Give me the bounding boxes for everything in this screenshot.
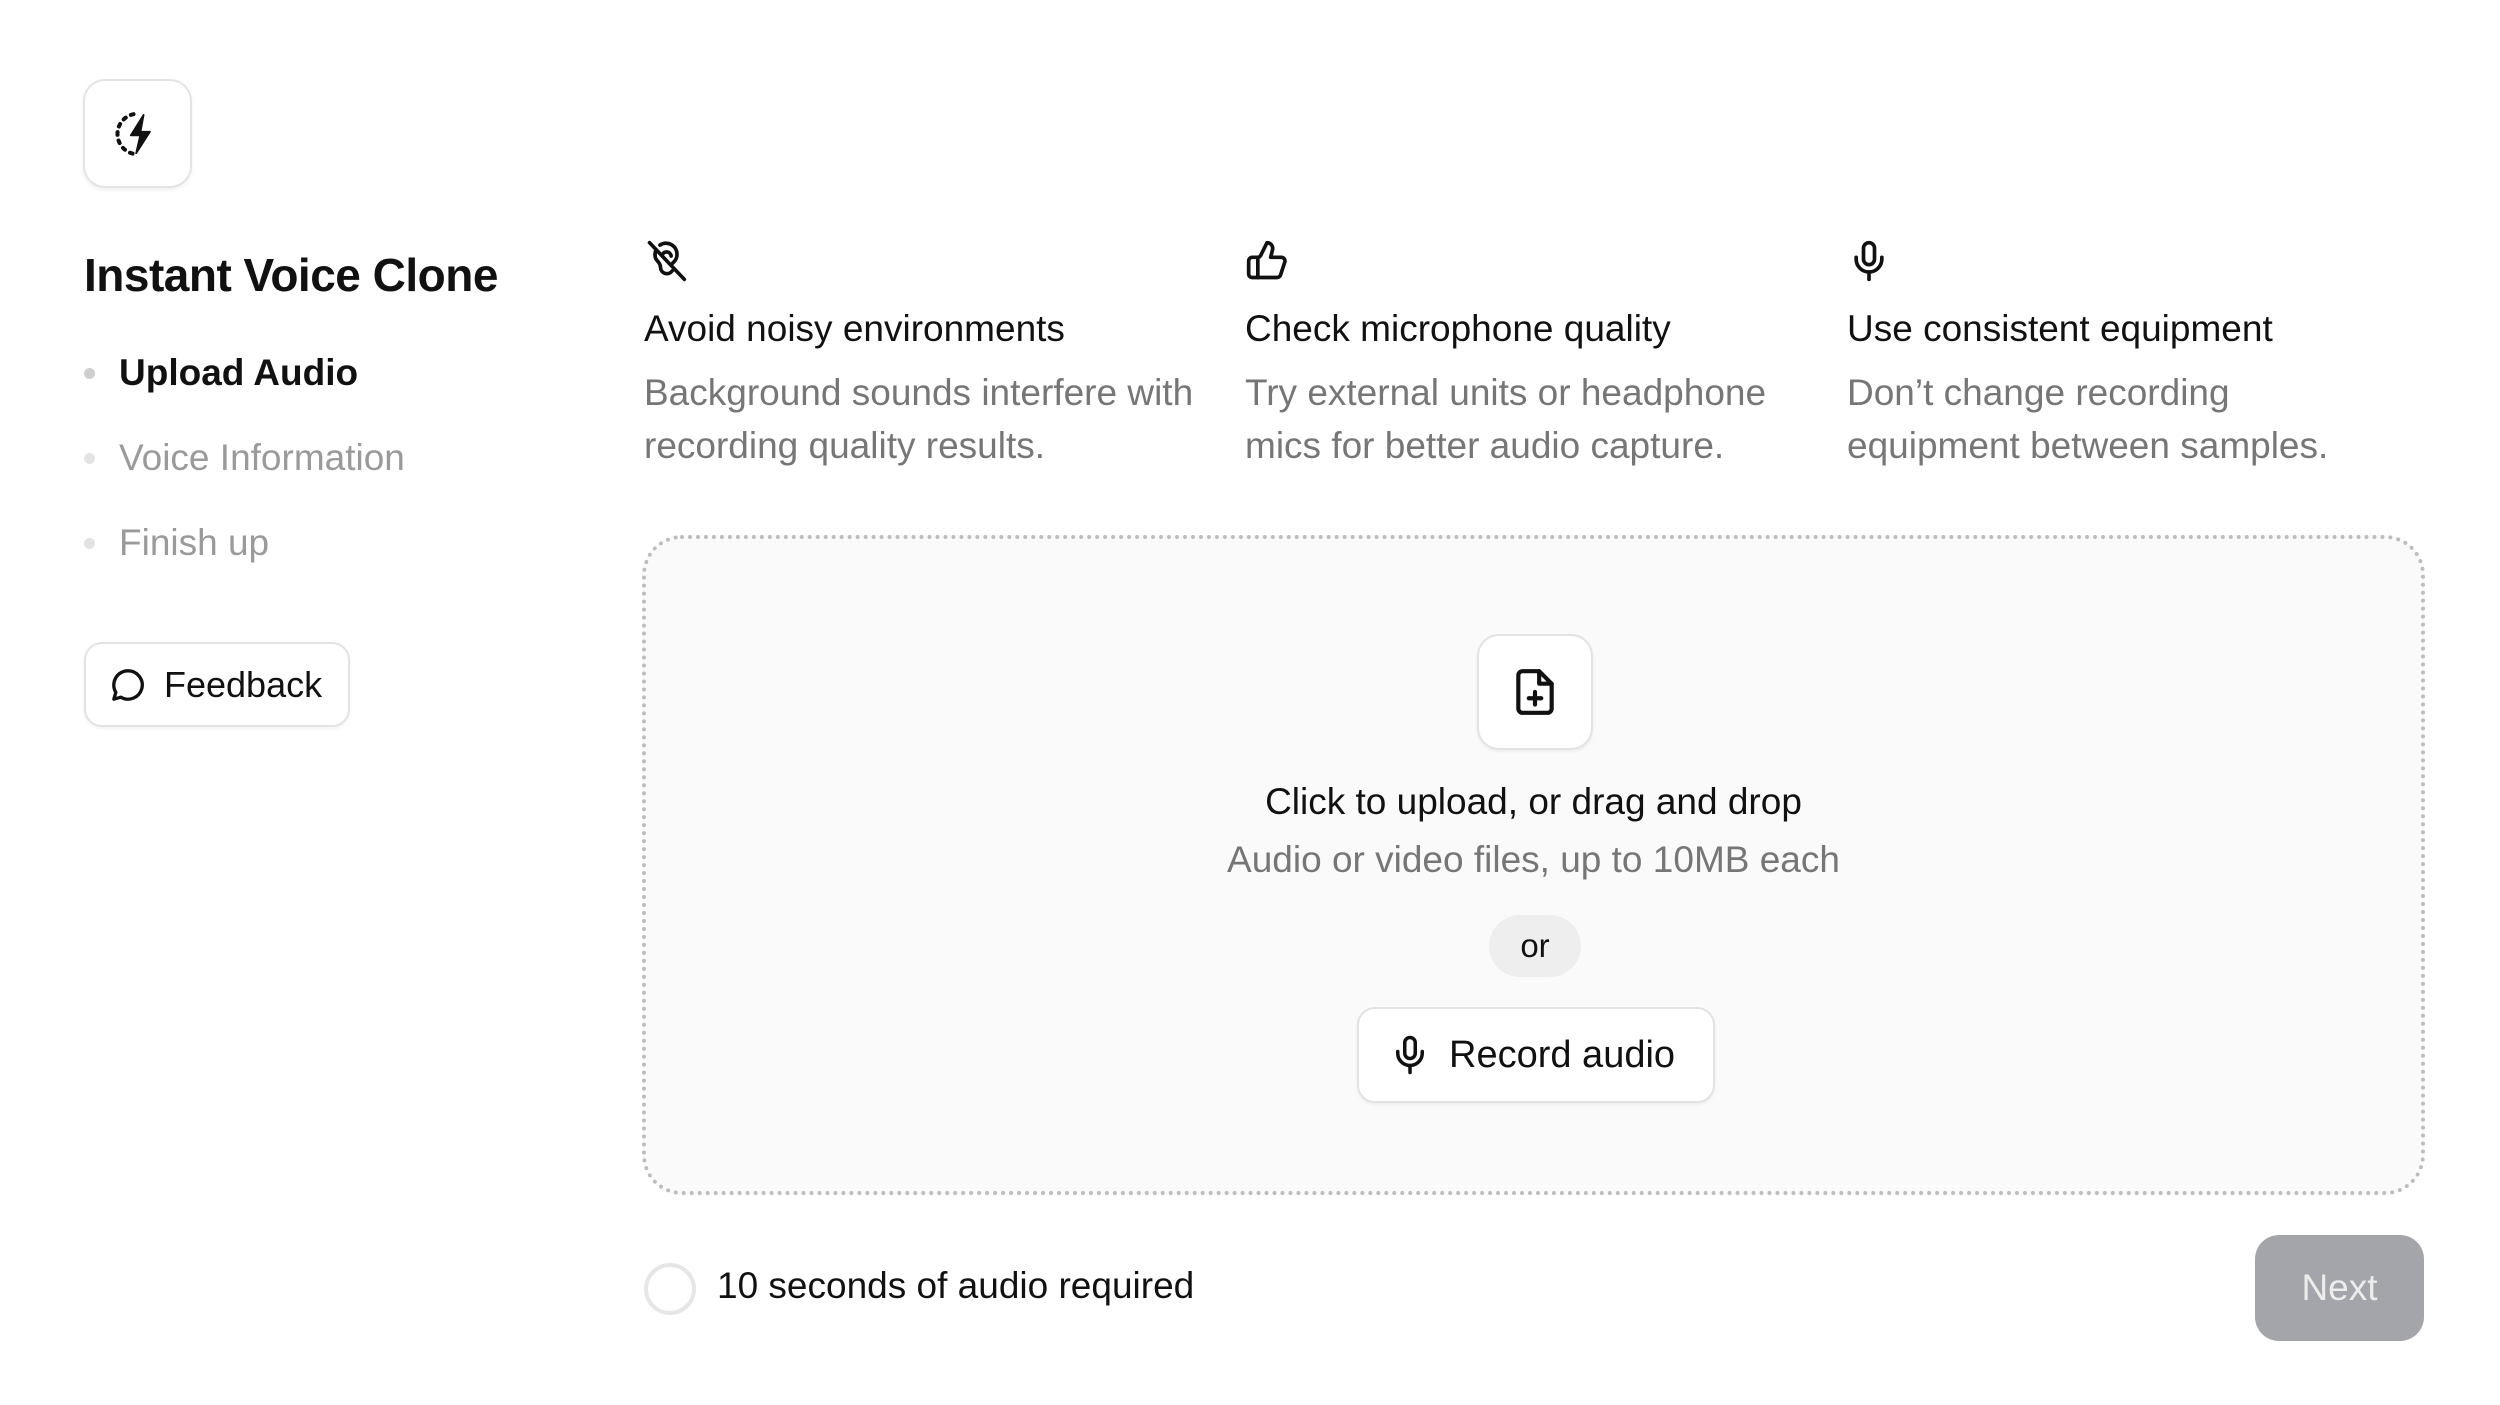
thumbs-up-icon bbox=[1246, 240, 1287, 280]
microphone-icon bbox=[1396, 1035, 1424, 1075]
voice-clone-logo-icon bbox=[115, 111, 151, 156]
tip-description: Try external units or headphone mics for… bbox=[1245, 372, 1767, 466]
step-label: Upload Audio bbox=[119, 352, 359, 393]
upload-button[interactable] bbox=[1477, 634, 1593, 750]
audio-requirement-label: 10 seconds of audio required bbox=[717, 1265, 1195, 1306]
or-divider: or bbox=[1489, 915, 1581, 977]
tip-title: Use consistent equipment bbox=[1847, 308, 2273, 349]
page-title: Instant Voice Clone bbox=[84, 249, 498, 301]
microphone-icon bbox=[1854, 240, 1884, 282]
upload-title: Click to upload, or drag and drop bbox=[1265, 781, 1802, 822]
tip-microphone-quality: Check microphone quality Try external un… bbox=[1245, 238, 1805, 472]
tip-title: Avoid noisy environments bbox=[644, 308, 1065, 349]
app-logo bbox=[83, 79, 192, 188]
tip-description: Don’t change recording equipment between… bbox=[1847, 372, 2329, 466]
step-label: Voice Information bbox=[119, 437, 405, 478]
step-list: Upload Audio Voice Information Finish up bbox=[84, 348, 405, 603]
step-label: Finish up bbox=[119, 522, 270, 563]
step-indicator bbox=[84, 367, 95, 379]
audio-progress-ring bbox=[644, 1263, 696, 1315]
tip-consistent-equipment: Use consistent equipment Don’t change re… bbox=[1847, 238, 2407, 472]
file-plus-icon bbox=[1516, 669, 1554, 715]
next-button[interactable]: Next bbox=[2255, 1235, 2424, 1341]
tip-noise: Avoid noisy environments Background soun… bbox=[644, 238, 1204, 472]
record-audio-button[interactable]: Record audio bbox=[1357, 1007, 1715, 1103]
step-upload-audio[interactable]: Upload Audio bbox=[84, 348, 405, 398]
step-indicator bbox=[84, 537, 95, 549]
speech-bubble-icon bbox=[112, 668, 144, 701]
feedback-button[interactable]: Feedback bbox=[84, 642, 350, 727]
feedback-label: Feedback bbox=[164, 663, 323, 705]
upload-subtitle: Audio or video files, up to 10MB each bbox=[1227, 839, 1840, 880]
step-finish-up[interactable]: Finish up bbox=[84, 518, 405, 568]
ear-off-icon bbox=[647, 240, 687, 282]
step-indicator bbox=[84, 452, 95, 464]
tip-description: Background sounds interfere with recordi… bbox=[644, 372, 1194, 466]
tip-title: Check microphone quality bbox=[1245, 308, 1671, 349]
upload-dropzone[interactable]: Click to upload, or drag and drop Audio … bbox=[642, 535, 2425, 1195]
step-voice-information[interactable]: Voice Information bbox=[84, 433, 405, 483]
record-audio-label: Record audio bbox=[1449, 1033, 1676, 1076]
